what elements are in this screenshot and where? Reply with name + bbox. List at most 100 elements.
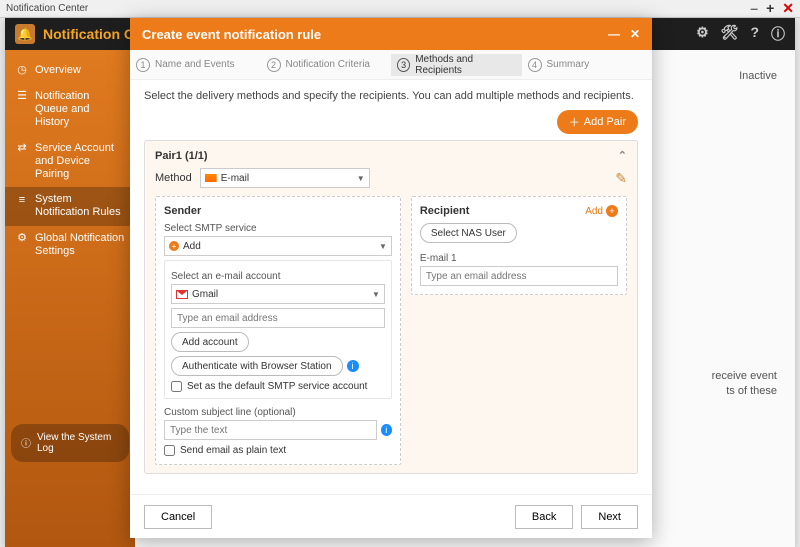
step-methods[interactable]: 3Methods and Recipients	[391, 54, 522, 76]
chevron-up-icon[interactable]: ⌃	[618, 149, 627, 162]
plain-text-checkbox[interactable]	[164, 445, 175, 456]
recipient-panel: Recipient Add + Select NAS User E-mail 1	[411, 196, 627, 295]
plus-icon: ＋	[569, 114, 580, 130]
sidebar: ◷ Overview ☰ Notification Queue and Hist…	[5, 50, 135, 547]
os-titlebar: Notification Center – + ✕	[0, 0, 800, 18]
subject-label: Custom subject line (optional)	[164, 407, 392, 418]
step-criteria[interactable]: 2Notification Criteria	[261, 58, 392, 72]
sidebar-item-pairing[interactable]: ⇄ Service Account and Device Pairing	[5, 136, 135, 188]
info-icon[interactable]: i	[381, 424, 392, 436]
info-icon[interactable]: ⓘ	[771, 24, 785, 44]
view-syslog-button[interactable]: ⓘ View the System Log	[11, 424, 129, 462]
method-row: Method E-mail ▼ ✎	[155, 168, 627, 188]
email-account-group: Select an e-mail account Gmail ▼ Add acc…	[164, 260, 392, 399]
method-value: E-mail	[221, 173, 249, 184]
plus-dot-icon: +	[606, 205, 618, 217]
method-select[interactable]: E-mail ▼	[200, 168, 370, 188]
gear-icon[interactable]: ⚙	[696, 24, 709, 44]
queue-icon: ☰	[15, 90, 29, 104]
pair-title: Pair1 (1/1)	[155, 150, 208, 162]
step-label: Summary	[547, 59, 590, 70]
add-account-button[interactable]: Add account	[171, 332, 249, 352]
account-value: Gmail	[192, 289, 218, 300]
add-pair-label: Add Pair	[584, 116, 626, 128]
gauge-icon: ◷	[15, 64, 29, 78]
authenticate-button[interactable]: Authenticate with Browser Station	[171, 356, 343, 376]
app-title: Notification C	[43, 26, 134, 42]
help-text: Select the delivery methods and specify …	[144, 90, 638, 102]
method-label: Method	[155, 172, 192, 184]
app-logo-icon: 🔔	[15, 24, 35, 44]
default-smtp-checkbox[interactable]	[171, 381, 182, 392]
tools-icon[interactable]: 🛠	[721, 24, 739, 44]
smtp-label: Select SMTP service	[164, 223, 392, 234]
recipient-title: Recipient	[420, 205, 470, 217]
create-rule-modal: Create event notification rule — ✕ 1Name…	[130, 18, 652, 538]
sender-panel: Sender Select SMTP service + Add ▼ Selec…	[155, 196, 401, 465]
bg-text-line1: receive event	[712, 370, 777, 382]
gmail-icon	[176, 290, 188, 299]
help-icon[interactable]: ?	[750, 24, 759, 44]
info-icon[interactable]: i	[347, 360, 359, 372]
log-icon: ⓘ	[21, 435, 31, 450]
sidebar-item-label: Global Notification Settings	[35, 232, 125, 258]
sidebar-item-rules[interactable]: ≡ System Notification Rules	[5, 187, 135, 225]
default-smtp-label: Set as the default SMTP service account	[187, 381, 367, 392]
plain-text-checkbox-row[interactable]: Send email as plain text	[164, 445, 392, 456]
modal-close-icon[interactable]: ✕	[630, 27, 640, 41]
modal-title: Create event notification rule	[142, 27, 321, 42]
close-icon[interactable]: ✕	[782, 0, 794, 17]
maximize-icon[interactable]: +	[766, 0, 774, 17]
modal-header: Create event notification rule — ✕	[130, 18, 652, 50]
smtp-value: Add	[183, 241, 201, 252]
recipient-email1-input[interactable]	[420, 266, 618, 286]
email-account-select[interactable]: Gmail ▼	[171, 284, 385, 304]
back-button[interactable]: Back	[515, 505, 573, 529]
caret-down-icon: ▼	[372, 290, 380, 299]
cancel-button[interactable]: Cancel	[144, 505, 212, 529]
envelope-icon	[205, 174, 217, 182]
step-label: Name and Events	[155, 59, 235, 70]
step-name-events[interactable]: 1Name and Events	[130, 58, 261, 72]
add-pair-button[interactable]: ＋ Add Pair	[557, 110, 638, 134]
sidebar-item-queue[interactable]: ☰ Notification Queue and History	[5, 84, 135, 136]
email1-label: E-mail 1	[420, 253, 618, 264]
modal-body: Select the delivery methods and specify …	[130, 80, 652, 494]
next-button[interactable]: Next	[581, 505, 638, 529]
modal-footer: Cancel Back Next	[130, 494, 652, 538]
default-smtp-checkbox-row[interactable]: Set as the default SMTP service account	[171, 381, 385, 392]
plus-dot-icon: +	[169, 241, 179, 251]
recipient-add-link[interactable]: Add +	[585, 205, 618, 217]
sender-email-input[interactable]	[171, 308, 385, 328]
rules-icon: ≡	[15, 193, 29, 207]
pair-icon: ⇄	[15, 142, 29, 156]
minimize-icon[interactable]: –	[750, 0, 758, 17]
os-title: Notification Center	[6, 3, 88, 14]
smtp-select[interactable]: + Add ▼	[164, 236, 392, 256]
status-inactive: Inactive	[739, 70, 777, 82]
sidebar-item-global[interactable]: ⚙ Global Notification Settings	[5, 226, 135, 264]
add-link-label: Add	[585, 206, 603, 217]
sidebar-item-label: Overview	[35, 64, 81, 77]
wizard-steps: 1Name and Events 2Notification Criteria …	[130, 50, 652, 80]
step-summary[interactable]: 4Summary	[522, 58, 653, 72]
step-label: Methods and Recipients	[415, 54, 515, 76]
modal-minimize-icon[interactable]: —	[608, 27, 620, 41]
subject-input[interactable]	[164, 420, 377, 440]
sidebar-item-label: Notification Queue and History	[35, 90, 125, 130]
pair-header[interactable]: Pair1 (1/1) ⌃	[155, 149, 627, 162]
sidebar-item-overview[interactable]: ◷ Overview	[5, 58, 135, 84]
os-window-controls: – + ✕	[750, 0, 794, 17]
plain-text-label: Send email as plain text	[180, 445, 286, 456]
caret-down-icon: ▼	[379, 242, 387, 251]
header-actions: ⚙ 🛠 ? ⓘ	[696, 24, 785, 44]
sidebar-item-label: Service Account and Device Pairing	[35, 142, 125, 182]
step-label: Notification Criteria	[286, 59, 370, 70]
syslog-label: View the System Log	[37, 432, 119, 454]
select-account-label: Select an e-mail account	[171, 271, 385, 282]
edit-icon[interactable]: ✎	[615, 170, 627, 187]
settings-icon: ⚙	[15, 232, 29, 246]
sender-title: Sender	[164, 205, 392, 217]
bg-text-line2: ts of these	[726, 385, 777, 397]
select-nas-user-button[interactable]: Select NAS User	[420, 223, 517, 243]
